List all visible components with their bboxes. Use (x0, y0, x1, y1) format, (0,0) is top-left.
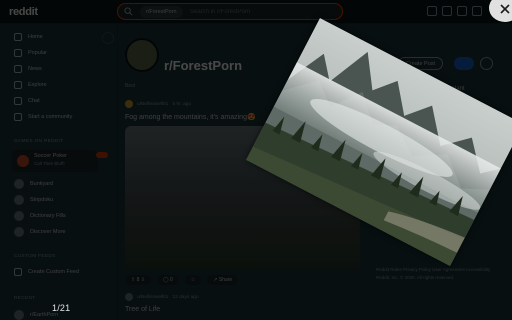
image-counter: 1/21 (52, 303, 71, 313)
close-icon (500, 4, 510, 14)
